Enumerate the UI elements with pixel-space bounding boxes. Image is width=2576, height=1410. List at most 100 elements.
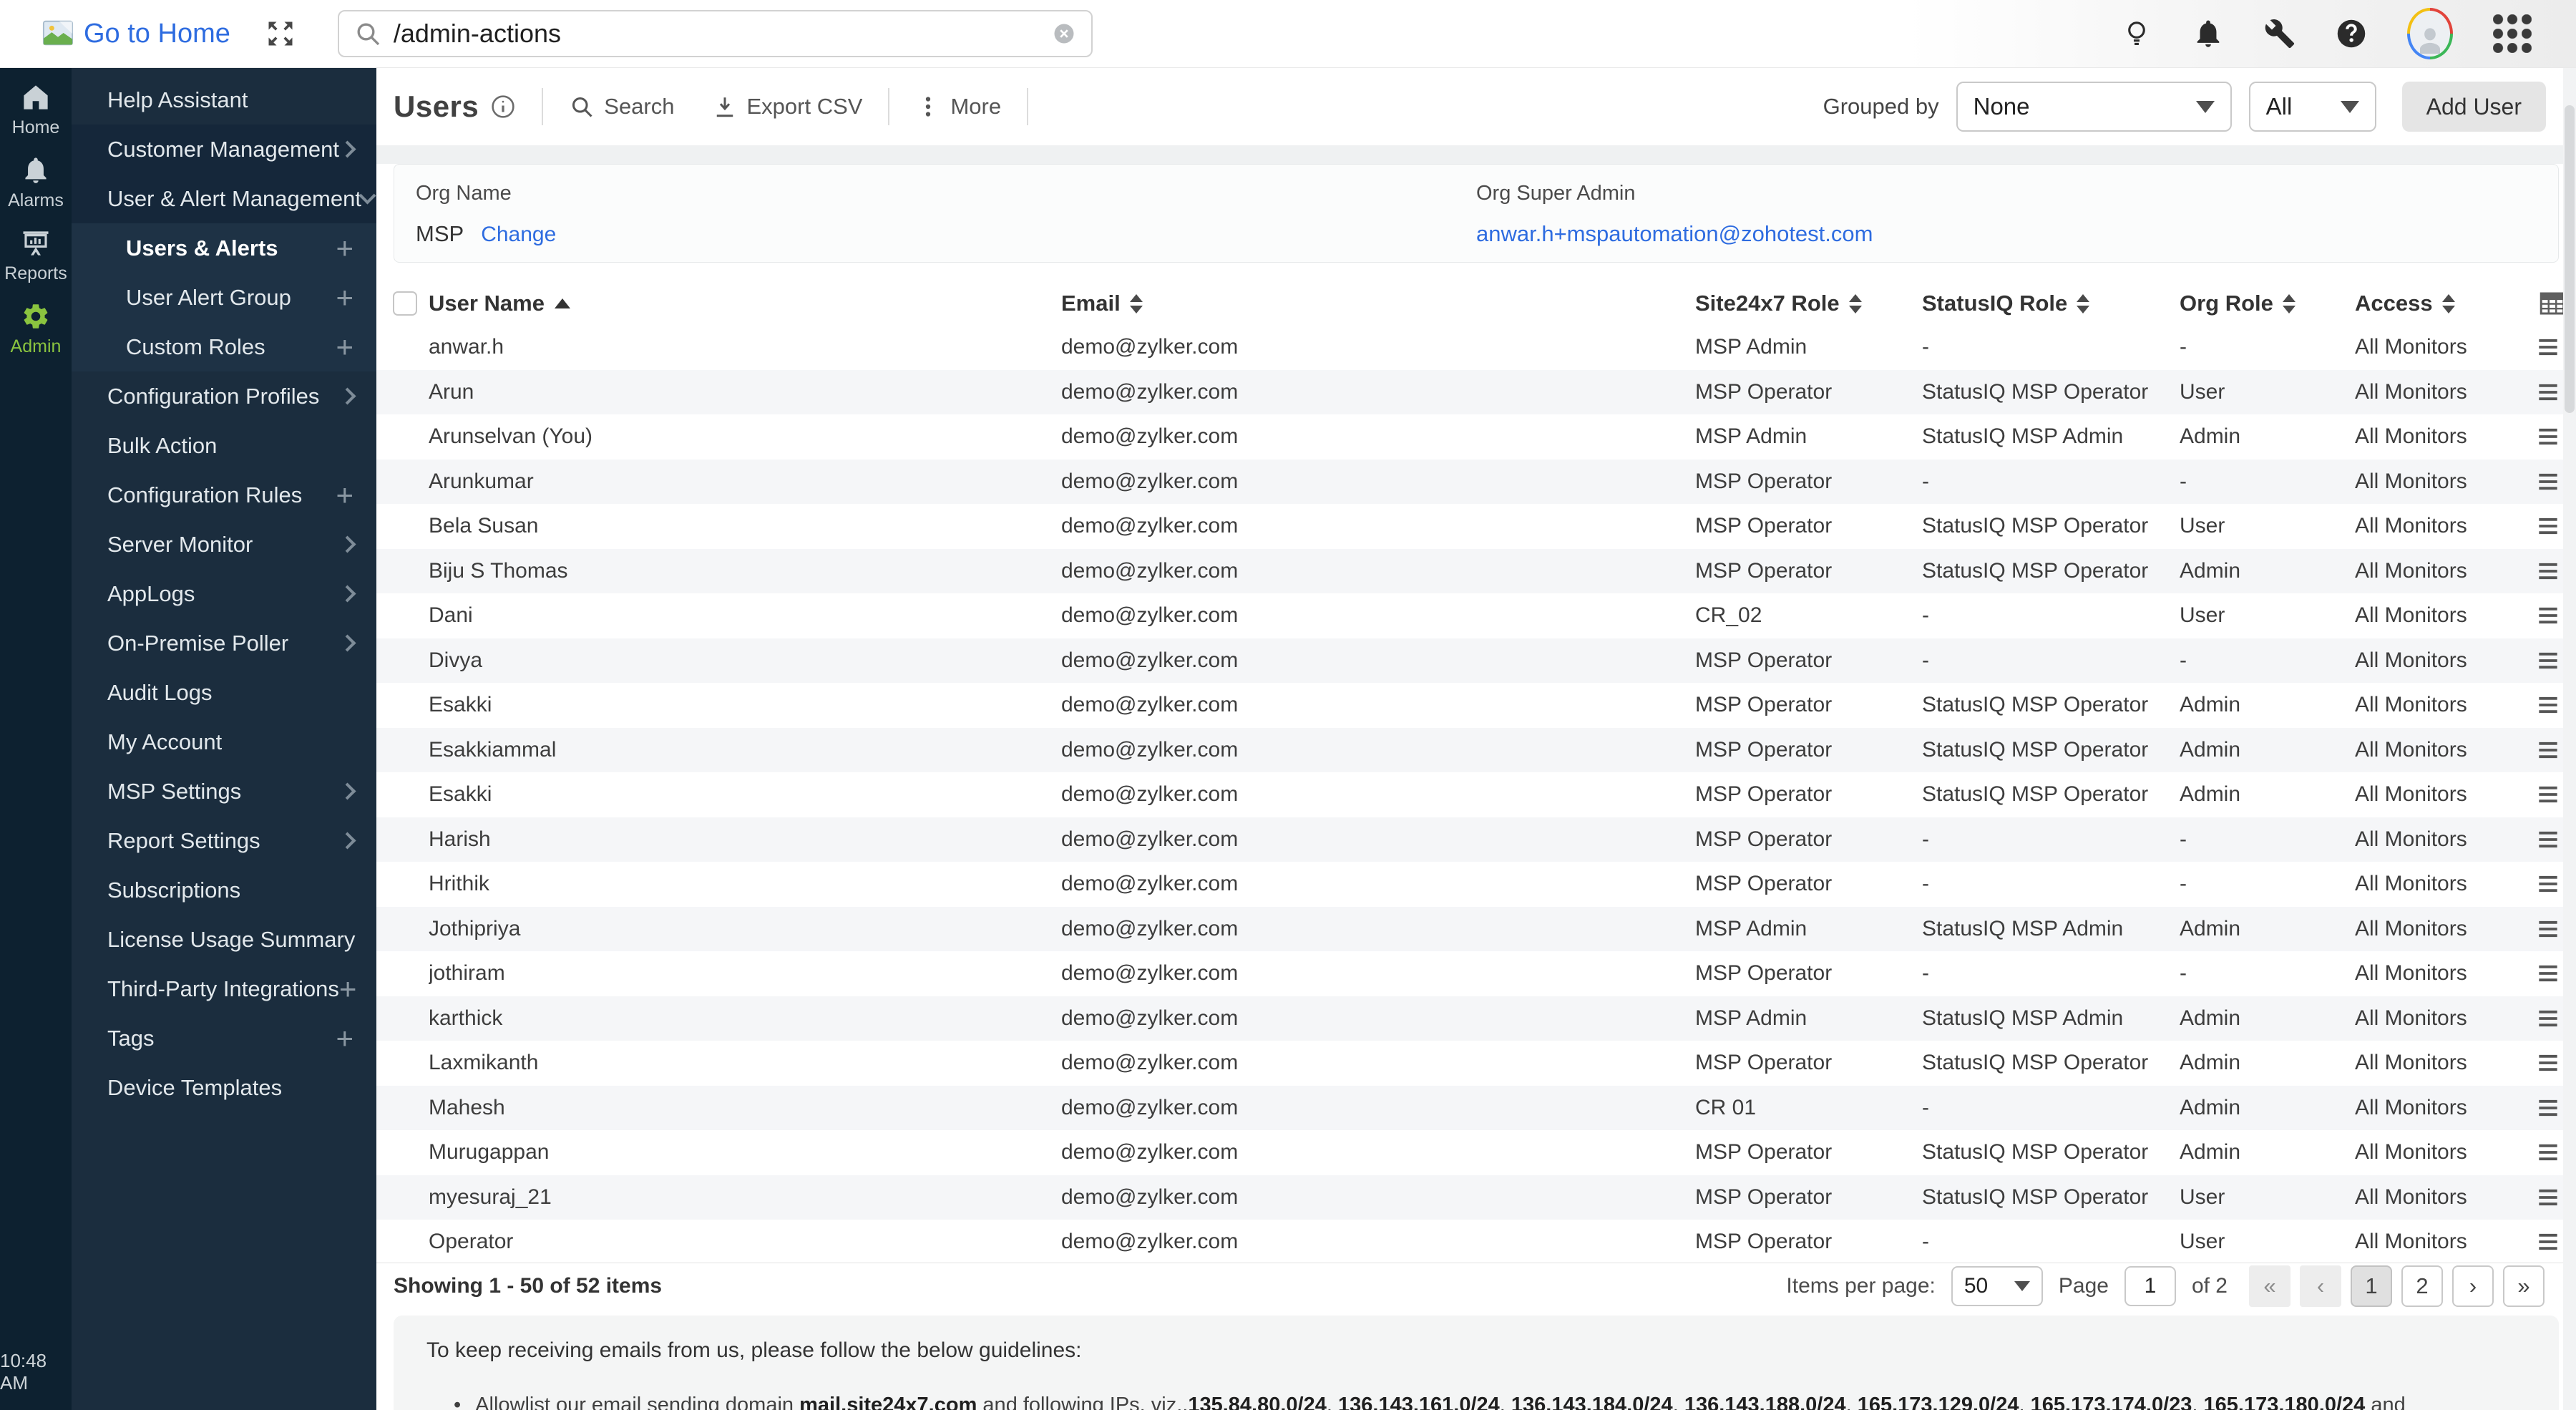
row-menu-button[interactable] <box>2537 379 2562 406</box>
sidebar-item-custom-roles[interactable]: Custom Roles <box>72 322 376 371</box>
sidebar-item-tags[interactable]: Tags <box>72 1013 376 1063</box>
apps-grid-icon[interactable] <box>2493 14 2532 53</box>
scrollbar-thumb[interactable] <box>2565 105 2575 413</box>
column-header-user-name[interactable]: User Name <box>429 291 1061 316</box>
items-per-page-select[interactable]: 50 <box>1951 1266 2043 1306</box>
row-menu-button[interactable] <box>2537 1184 2562 1211</box>
row-menu-button[interactable] <box>2537 468 2562 495</box>
table-row[interactable]: karthickdemo@zylker.comMSP AdminStatusIQ… <box>376 996 2576 1041</box>
row-menu-button[interactable] <box>2537 1005 2562 1032</box>
notifications-bell-icon[interactable] <box>2192 18 2224 49</box>
group-by-select[interactable]: None <box>1956 82 2232 132</box>
sidebar-item-applogs[interactable]: AppLogs <box>72 569 376 618</box>
row-menu-button[interactable] <box>2537 1049 2562 1076</box>
table-row[interactable]: anwar.hdemo@zylker.comMSP Admin--All Mon… <box>376 325 2576 370</box>
sidebar-item-help-assistant[interactable]: Help Assistant <box>72 75 376 125</box>
row-menu-button[interactable] <box>2537 602 2562 629</box>
plus-icon[interactable] <box>336 332 353 362</box>
table-row[interactable]: Divyademo@zylker.comMSP Operator--All Mo… <box>376 638 2576 684</box>
table-row[interactable]: Biju S Thomasdemo@zylker.comMSP Operator… <box>376 549 2576 594</box>
org-super-admin-email-link[interactable]: anwar.h+mspautomation@zohotest.com <box>1476 221 1873 247</box>
sidebar-item-third-party-integrations[interactable]: Third-Party Integrations <box>72 964 376 1013</box>
more-button[interactable]: More <box>915 94 1001 120</box>
table-row[interactable]: Esakkidemo@zylker.comMSP OperatorStatusI… <box>376 683 2576 728</box>
sidebar-item-license-usage-summary[interactable]: License Usage Summary <box>72 915 376 964</box>
search-button[interactable]: Search <box>569 94 674 120</box>
plus-icon[interactable] <box>336 283 353 313</box>
global-search[interactable] <box>338 10 1093 57</box>
column-header-email[interactable]: Email <box>1061 291 1695 316</box>
table-row[interactable]: jothiramdemo@zylker.comMSP Operator--All… <box>376 951 2576 996</box>
sidebar-item-configuration-profiles[interactable]: Configuration Profiles <box>72 371 376 421</box>
plus-icon[interactable] <box>336 480 353 510</box>
row-menu-button[interactable] <box>2537 512 2562 540</box>
row-menu-button[interactable] <box>2537 1139 2562 1166</box>
table-row[interactable]: Arunkumardemo@zylker.comMSP Operator--Al… <box>376 460 2576 505</box>
row-menu-button[interactable] <box>2537 1094 2562 1122</box>
row-menu-button[interactable] <box>2537 1228 2562 1255</box>
pager-page-2-button[interactable]: 2 <box>2401 1265 2443 1307</box>
rail-item-alarms[interactable]: Alarms <box>8 155 64 211</box>
global-search-input[interactable] <box>394 19 1040 49</box>
table-row[interactable]: Arunselvan (You)demo@zylker.comMSP Admin… <box>376 414 2576 460</box>
sidebar-item-customer-management[interactable]: Customer Management <box>72 125 376 174</box>
avatar[interactable] <box>2407 8 2453 59</box>
row-menu-button[interactable] <box>2537 960 2562 987</box>
page-number-input[interactable] <box>2124 1266 2176 1306</box>
table-row[interactable]: Harishdemo@zylker.comMSP Operator--All M… <box>376 817 2576 862</box>
clear-search-icon[interactable] <box>1051 21 1077 47</box>
table-row[interactable]: Danidemo@zylker.comCR_02-UserAll Monitor… <box>376 593 2576 638</box>
row-menu-button[interactable] <box>2537 870 2562 898</box>
column-header-statusiq-role[interactable]: StatusIQ Role <box>1922 291 2180 316</box>
sidebar-item-user-alert-group[interactable]: User Alert Group <box>72 273 376 322</box>
row-menu-button[interactable] <box>2537 915 2562 943</box>
sidebar-item-bulk-action[interactable]: Bulk Action <box>72 421 376 470</box>
change-org-link[interactable]: Change <box>481 223 556 247</box>
table-row[interactable]: Arundemo@zylker.comMSP OperatorStatusIQ … <box>376 370 2576 415</box>
row-menu-button[interactable] <box>2537 558 2562 585</box>
sidebar-item-msp-settings[interactable]: MSP Settings <box>72 767 376 816</box>
sidebar-item-report-settings[interactable]: Report Settings <box>72 816 376 865</box>
sidebar-item-device-templates[interactable]: Device Templates <box>72 1063 376 1112</box>
select-all-checkbox[interactable] <box>393 291 417 316</box>
sidebar-item-subscriptions[interactable]: Subscriptions <box>72 865 376 915</box>
pager-prev-button[interactable]: ‹ <box>2300 1265 2341 1307</box>
admin-tools-wrench-icon[interactable] <box>2264 18 2296 49</box>
row-menu-button[interactable] <box>2537 334 2562 361</box>
export-csv-button[interactable]: Export CSV <box>712 94 863 120</box>
sidebar-item-configuration-rules[interactable]: Configuration Rules <box>72 470 376 520</box>
go-to-home-link[interactable]: Go to Home <box>39 17 230 50</box>
help-icon[interactable] <box>2336 18 2367 49</box>
plus-icon[interactable] <box>339 974 357 1004</box>
pager-last-button[interactable]: » <box>2503 1265 2545 1307</box>
sidebar-item-audit-logs[interactable]: Audit Logs <box>72 668 376 717</box>
fullscreen-expand-icon[interactable] <box>265 18 296 49</box>
table-row[interactable]: Maheshdemo@zylker.comCR 01-AdminAll Moni… <box>376 1086 2576 1131</box>
plus-icon[interactable] <box>336 233 353 263</box>
table-row[interactable]: Operatordemo@zylker.comMSP Operator-User… <box>376 1220 2576 1263</box>
pager-next-button[interactable]: › <box>2452 1265 2494 1307</box>
column-header-org-role[interactable]: Org Role <box>2180 291 2355 316</box>
row-menu-button[interactable] <box>2537 647 2562 674</box>
row-menu-button[interactable] <box>2537 781 2562 808</box>
table-row[interactable]: Bela Susandemo@zylker.comMSP OperatorSta… <box>376 504 2576 549</box>
table-row[interactable]: myesuraj_21demo@zylker.comMSP OperatorSt… <box>376 1175 2576 1220</box>
table-row[interactable]: Hrithikdemo@zylker.comMSP Operator--All … <box>376 862 2576 907</box>
plus-icon[interactable] <box>336 1024 353 1054</box>
sidebar-item-server-monitor[interactable]: Server Monitor <box>72 520 376 569</box>
sidebar-item-on-premise-poller[interactable]: On-Premise Poller <box>72 618 376 668</box>
row-menu-button[interactable] <box>2537 826 2562 853</box>
vertical-scrollbar[interactable] <box>2563 68 2576 1410</box>
info-icon[interactable] <box>490 94 516 120</box>
column-header-access[interactable]: Access <box>2355 291 2537 316</box>
sidebar-item-user-alert-management[interactable]: User & Alert Management <box>72 174 376 223</box>
row-menu-button[interactable] <box>2537 736 2562 764</box>
table-row[interactable]: Esakkiammaldemo@zylker.comMSP OperatorSt… <box>376 728 2576 773</box>
lightbulb-icon[interactable] <box>2121 18 2152 49</box>
column-header-site24x7-role[interactable]: Site24x7 Role <box>1695 291 1922 316</box>
rail-item-admin[interactable]: Admin <box>11 301 62 357</box>
table-row[interactable]: Murugappandemo@zylker.comMSP OperatorSta… <box>376 1130 2576 1175</box>
sidebar-item-users-alerts[interactable]: Users & Alerts <box>72 223 376 273</box>
rail-item-reports[interactable]: Reports <box>4 228 67 284</box>
pager-first-button[interactable]: « <box>2249 1265 2290 1307</box>
